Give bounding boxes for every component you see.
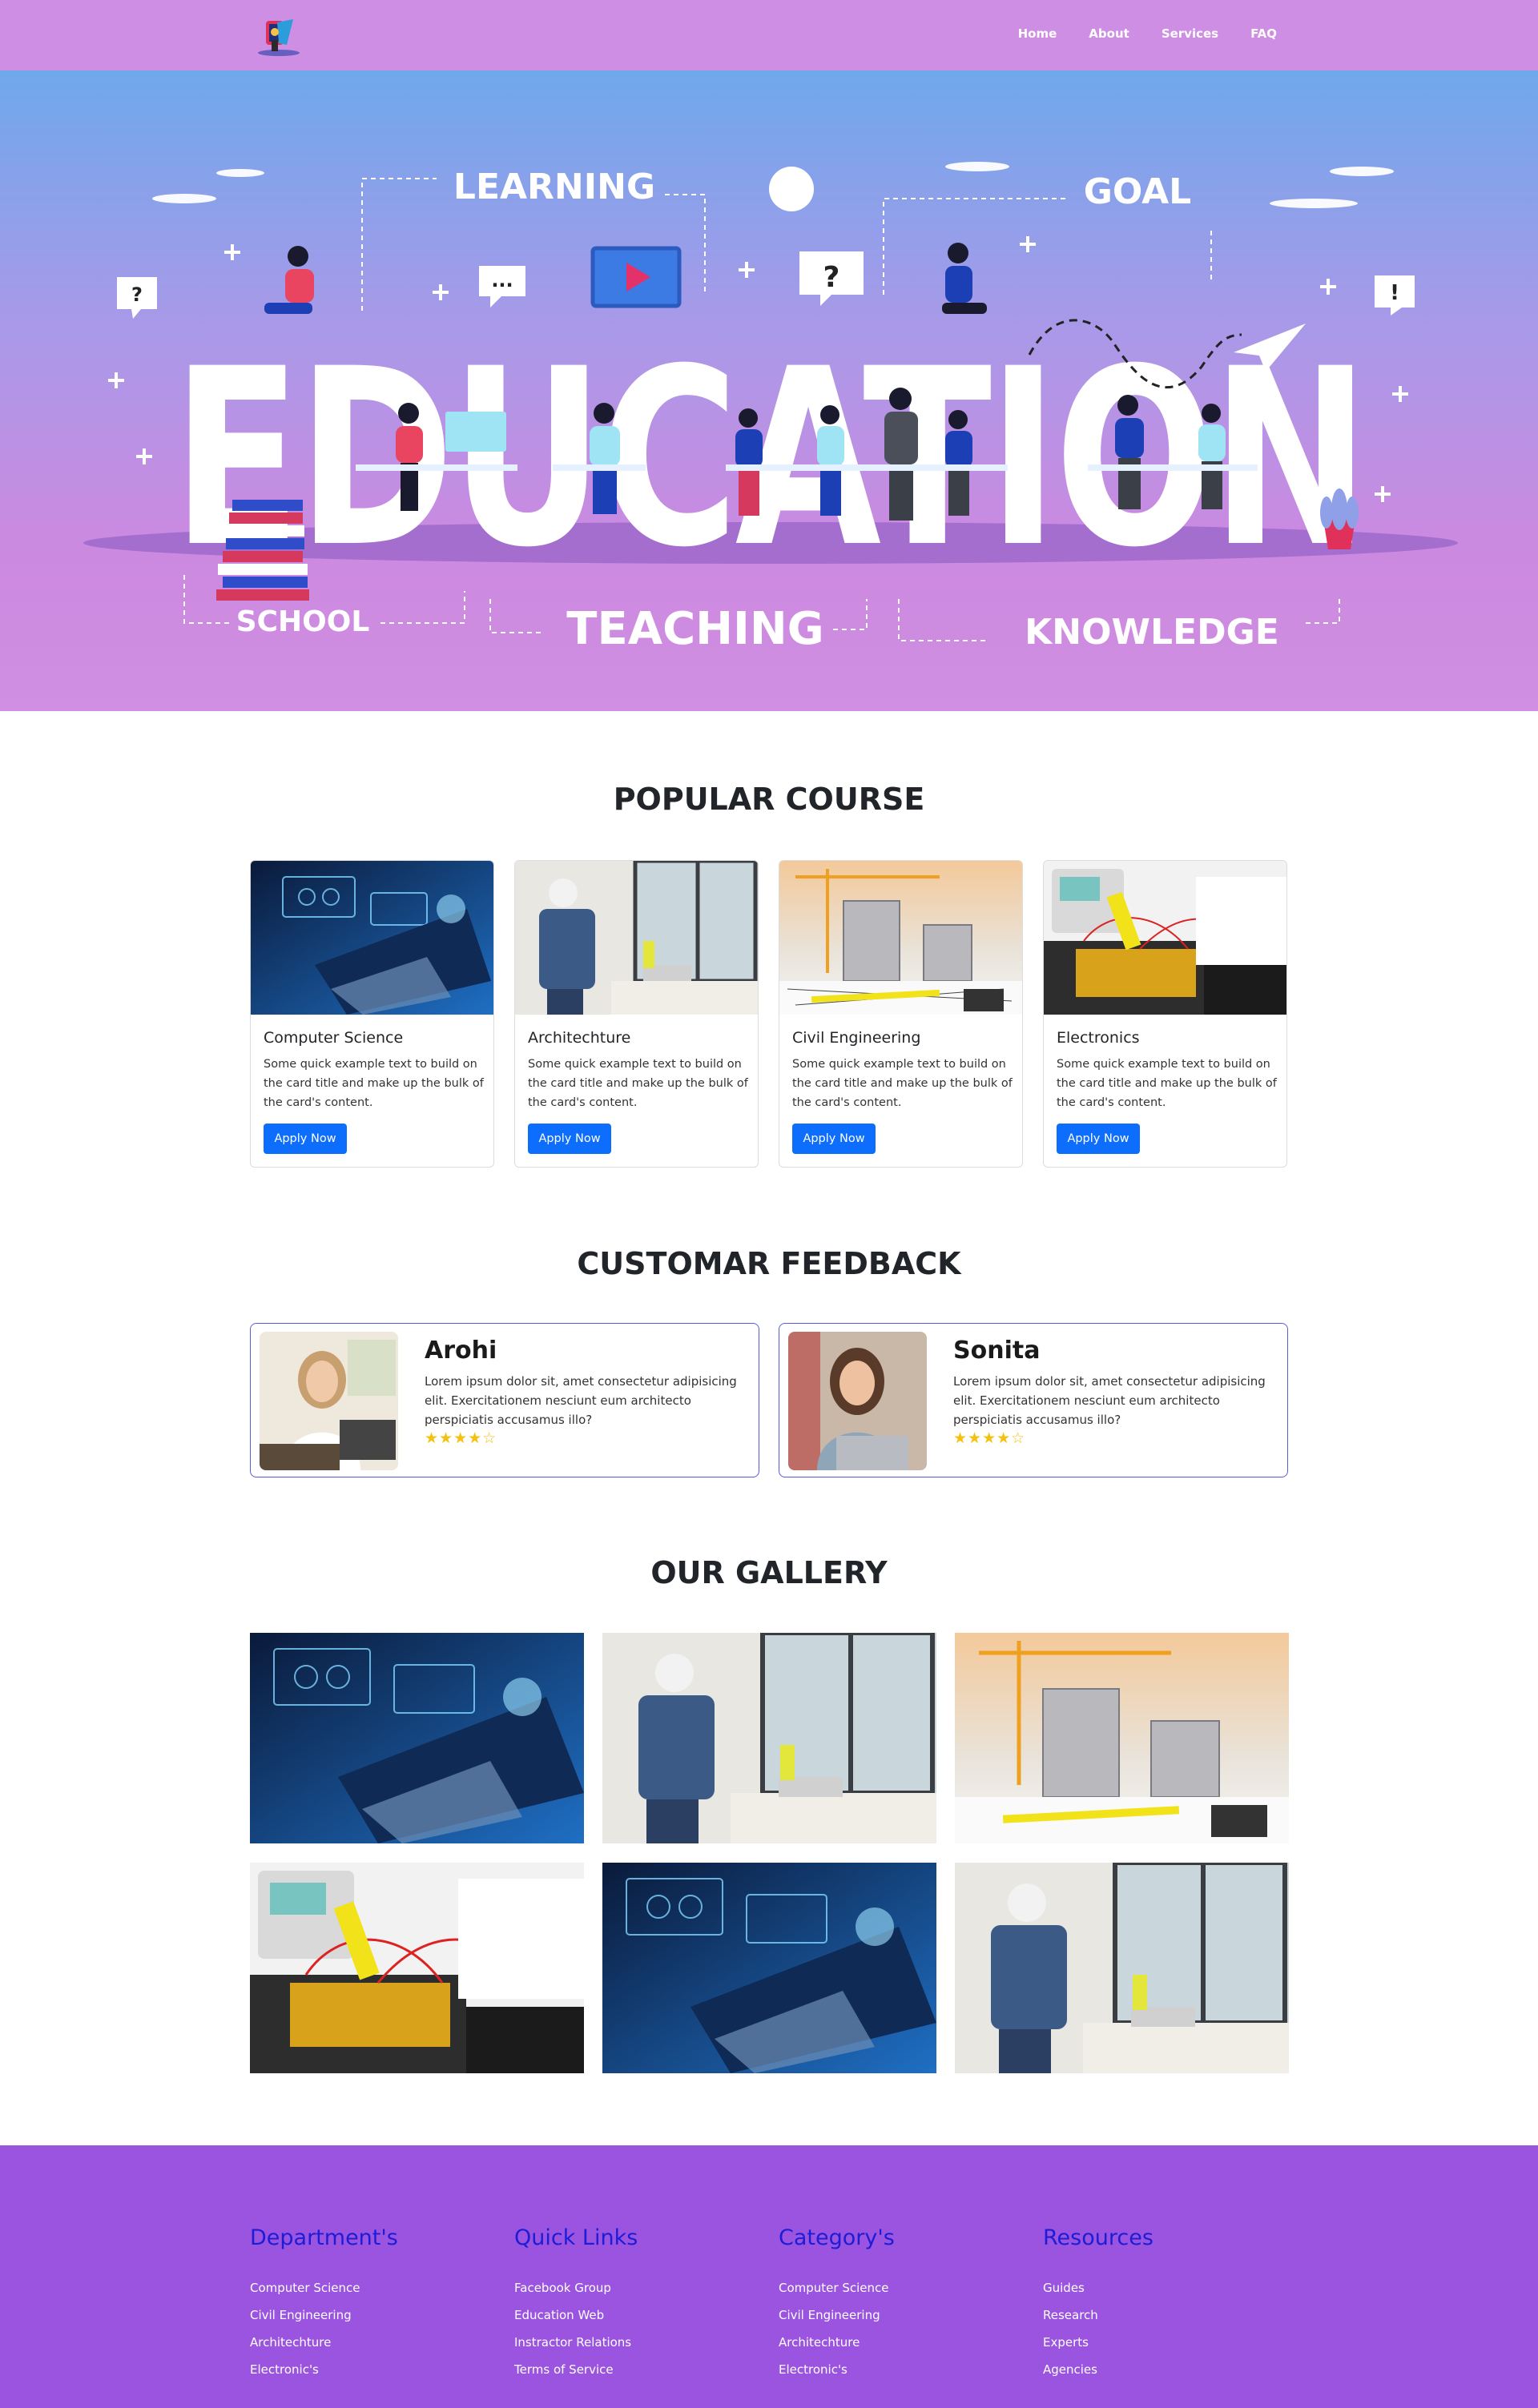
footer: Department's Computer Science Civil Engi…: [0, 2145, 1538, 2408]
svg-text:TEACHING: TEACHING: [566, 603, 823, 655]
footer-link[interactable]: Agencies: [1043, 2356, 1283, 2383]
feedback-card: Sonita Lorem ipsum dolor sit, amet conse…: [779, 1323, 1288, 1477]
gallery-image-civil-engineering[interactable]: [955, 1633, 1289, 1843]
svg-text:...: ...: [491, 269, 513, 291]
footer-column-departments: Department's Computer Science Civil Engi…: [250, 2225, 490, 2383]
avatar: [260, 1332, 398, 1470]
footer-link[interactable]: Research: [1043, 2301, 1283, 2329]
footer-link[interactable]: Architechture: [779, 2329, 1019, 2356]
footer-link[interactable]: Computer Science: [250, 2274, 490, 2301]
footer-link[interactable]: Guides: [1043, 2274, 1283, 2301]
gallery-image-computer-science[interactable]: [602, 1863, 936, 2073]
nav-services-link[interactable]: Services: [1162, 26, 1218, 41]
avatar: [788, 1332, 927, 1470]
course-image-electronics: [1044, 861, 1286, 1015]
apply-now-button[interactable]: Apply Now: [792, 1124, 876, 1154]
footer-heading: Resources: [1043, 2225, 1154, 2250]
svg-text:?: ?: [131, 283, 143, 306]
footer-column-categories: Category's Computer Science Civil Engine…: [779, 2225, 1019, 2383]
education-illustration: EDUCATION LEARNING GOAL SCHOOL TEACHING …: [83, 162, 1458, 655]
hero-banner: EDUCATION LEARNING GOAL SCHOOL TEACHING …: [0, 70, 1538, 711]
gallery-image-architecture[interactable]: [602, 1633, 936, 1843]
footer-link[interactable]: Instractor Relations: [514, 2329, 755, 2356]
apply-now-button[interactable]: Apply Now: [528, 1124, 611, 1154]
footer-link[interactable]: Computer Science: [779, 2274, 1019, 2301]
reviewer-name: Arohi: [425, 1337, 497, 1365]
footer-link[interactable]: Civil Engineering: [779, 2301, 1019, 2329]
course-description: Some quick example text to build on the …: [528, 1058, 748, 1109]
footer-heading: Category's: [779, 2225, 895, 2250]
footer-link[interactable]: Architechture: [250, 2329, 490, 2356]
gallery-image-architecture[interactable]: [955, 1863, 1289, 2073]
feedback-section-title: CUSTOMAR FEEDBACK: [577, 1246, 961, 1281]
course-title: Computer Science: [264, 1029, 404, 1047]
svg-text:EDUCATION: EDUCATION: [172, 316, 1366, 601]
footer-link[interactable]: Electronic's: [779, 2356, 1019, 2383]
footer-link[interactable]: Electronic's: [250, 2356, 490, 2383]
course-title: Architechture: [528, 1029, 631, 1047]
footer-link[interactable]: Education Web: [514, 2301, 755, 2329]
course-description: Some quick example text to build on the …: [1057, 1058, 1277, 1109]
course-image-architecture: [515, 861, 758, 1015]
nav-about-link[interactable]: About: [1089, 26, 1129, 41]
reviewer-name: Sonita: [953, 1337, 1041, 1365]
rating-stars: ★★★★☆: [953, 1429, 1026, 1447]
svg-text:!: !: [1390, 281, 1399, 305]
nav-home-link[interactable]: Home: [1018, 26, 1057, 41]
courses-section-title: POPULAR COURSE: [613, 782, 925, 817]
footer-column-quick-links: Quick Links Facebook Group Education Web…: [514, 2225, 755, 2383]
footer-link[interactable]: Experts: [1043, 2329, 1283, 2356]
course-card: Architechture Some quick example text to…: [514, 860, 759, 1168]
course-description: Some quick example text to build on the …: [264, 1058, 484, 1109]
course-description: Some quick example text to build on the …: [792, 1058, 1013, 1109]
gallery-section-title: OUR GALLERY: [650, 1555, 888, 1590]
svg-text:?: ?: [823, 261, 840, 294]
svg-text:GOAL: GOAL: [1084, 171, 1191, 212]
svg-text:SCHOOL: SCHOOL: [236, 605, 370, 638]
nav-links: Home About Services FAQ: [986, 26, 1277, 41]
gallery-image-electronics[interactable]: [250, 1863, 584, 2073]
course-title: Civil Engineering: [792, 1029, 921, 1047]
gallery-image-computer-science[interactable]: [250, 1633, 584, 1843]
course-card: Computer Science Some quick example text…: [250, 860, 494, 1168]
footer-link[interactable]: Facebook Group: [514, 2274, 755, 2301]
course-card: Civil Engineering Some quick example tex…: [779, 860, 1023, 1168]
navbar: Home About Services FAQ: [0, 0, 1538, 70]
footer-link[interactable]: Terms of Service: [514, 2356, 755, 2383]
course-title: Electronics: [1057, 1029, 1140, 1047]
footer-heading: Department's: [250, 2225, 398, 2250]
brand-logo[interactable]: [250, 16, 308, 59]
course-image-computer-science: [251, 861, 493, 1015]
footer-heading: Quick Links: [514, 2225, 638, 2250]
svg-text:KNOWLEDGE: KNOWLEDGE: [1025, 612, 1279, 653]
course-image-civil-engineering: [779, 861, 1022, 1015]
review-text: Lorem ipsum dolor sit, amet consectetur …: [425, 1374, 737, 1427]
feedback-card: Arohi Lorem ipsum dolor sit, amet consec…: [250, 1323, 759, 1477]
svg-text:LEARNING: LEARNING: [453, 167, 655, 207]
footer-column-resources: Resources Guides Research Experts Agenci…: [1043, 2225, 1283, 2383]
rating-stars: ★★★★☆: [425, 1429, 497, 1447]
footer-link[interactable]: Civil Engineering: [250, 2301, 490, 2329]
nav-faq-link[interactable]: FAQ: [1250, 26, 1277, 41]
apply-now-button[interactable]: Apply Now: [264, 1124, 347, 1154]
review-text: Lorem ipsum dolor sit, amet consectetur …: [953, 1374, 1266, 1427]
course-card: Electronics Some quick example text to b…: [1043, 860, 1287, 1168]
apply-now-button[interactable]: Apply Now: [1057, 1124, 1140, 1154]
